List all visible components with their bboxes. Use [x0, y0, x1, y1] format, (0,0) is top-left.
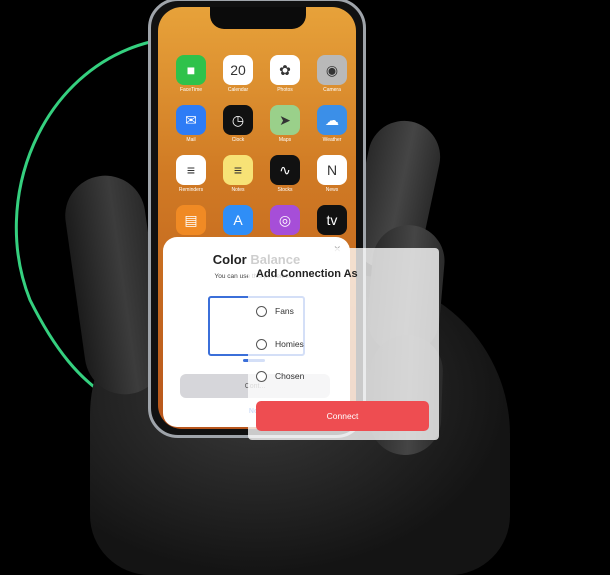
option-chosen[interactable]: Chosen [256, 368, 304, 384]
option-homies[interactable]: Homies [256, 336, 304, 352]
add-connection-title: Add Connection As [256, 268, 358, 280]
app-icon-facetime[interactable]: ■ [176, 55, 206, 85]
connect-button[interactable]: Connect [256, 401, 429, 431]
app-label: Maps [278, 137, 292, 143]
app-icon-weather[interactable]: ☁ [317, 105, 347, 135]
app-label: Mail [186, 137, 196, 143]
app-icon-maps[interactable]: ➤ [270, 105, 300, 135]
app-icon-camera[interactable]: ◉ [317, 55, 347, 85]
app-label: Notes [231, 187, 245, 193]
option-label: Homies [275, 339, 304, 349]
app-label: Clock [231, 137, 245, 143]
app-icon-stocks[interactable]: ∿ [270, 155, 300, 185]
app-label: Stocks [277, 187, 293, 193]
app-icon-tv[interactable]: tv [317, 205, 347, 235]
app-icon-clock[interactable]: ◷ [223, 105, 253, 135]
radio-icon[interactable] [256, 305, 267, 317]
app-label: Reminders [178, 187, 204, 193]
app-label: Weather [322, 137, 342, 143]
app-icon-app-store[interactable]: A [223, 205, 253, 235]
app-icon-reminders[interactable]: ≡ [176, 155, 206, 185]
app-label: Photos [277, 87, 293, 93]
app-label: FaceTime [179, 87, 203, 93]
app-icon-news[interactable]: N [317, 155, 347, 185]
app-icon-podcasts[interactable]: ◎ [270, 205, 300, 235]
app-icon-mail[interactable]: ✉ [176, 105, 206, 135]
option-label: Chosen [275, 371, 305, 381]
app-label: Camera [323, 87, 341, 93]
option-label: Fans [275, 306, 294, 316]
option-fans[interactable]: Fans [256, 303, 294, 319]
app-icon-photos[interactable]: ✿ [270, 55, 300, 85]
app-icon-notes[interactable]: ≡ [223, 155, 253, 185]
app-label: News [325, 187, 339, 193]
app-icon-books[interactable]: ▤ [176, 205, 206, 235]
add-connection-card: Add Connection As Fans Homies Chosen Con… [248, 248, 439, 440]
app-label: Calendar [227, 87, 249, 93]
radio-icon[interactable] [256, 338, 267, 350]
notch [210, 7, 306, 29]
app-icon-calendar[interactable]: 20 [223, 55, 253, 85]
radio-icon[interactable] [256, 370, 267, 382]
